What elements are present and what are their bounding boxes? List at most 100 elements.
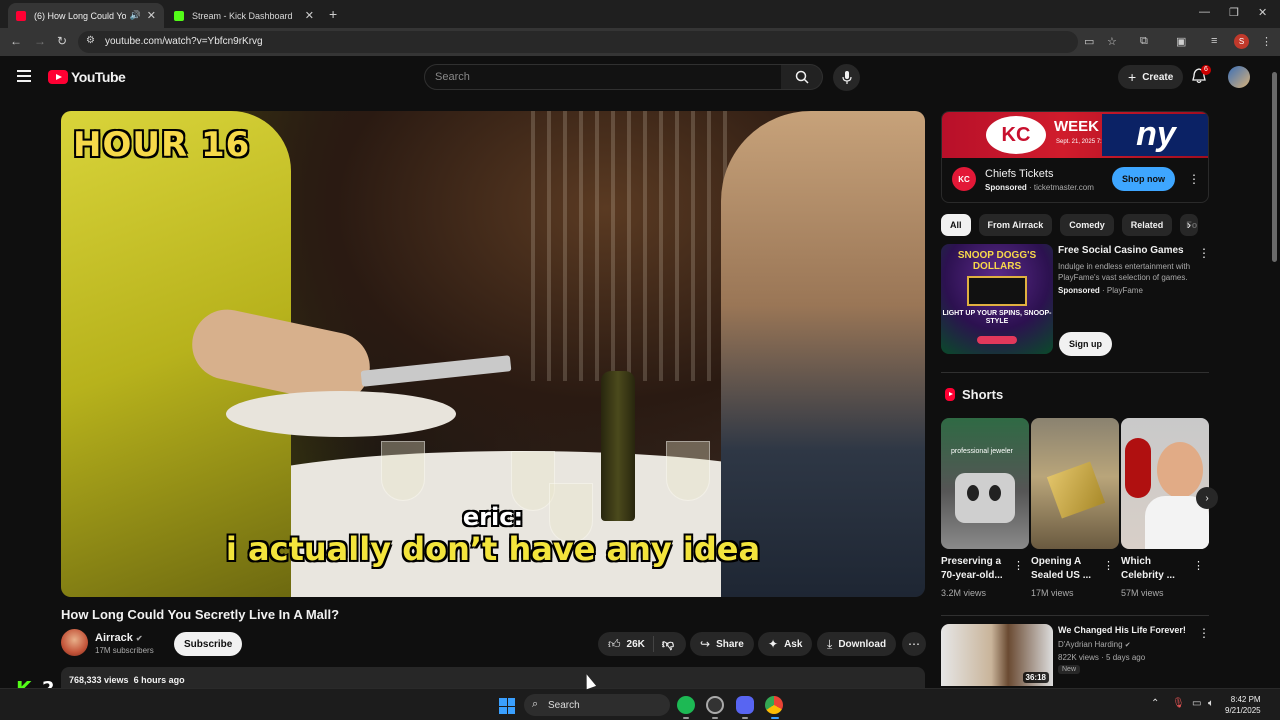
browser-toolbar: ← → ↻ ⚙ youtube.com/watch?v=Ybfcn9rKrvg … bbox=[0, 28, 1280, 56]
ad-banner-image[interactable]: KC WEEK 3 Sept. 21, 2025 7:20 pm CDT ny bbox=[942, 112, 1208, 158]
windows-start-icon[interactable] bbox=[499, 698, 515, 714]
short-menu-icon[interactable]: ⋮ bbox=[1193, 559, 1204, 572]
description-box[interactable]: 768,333 views 6 hours ago bbox=[61, 667, 925, 689]
volume-icon[interactable]: 🔈︎ bbox=[1208, 698, 1214, 709]
short-views: 3.2M views bbox=[941, 588, 987, 598]
obs-icon[interactable] bbox=[706, 696, 724, 714]
search-icon: ⌕ bbox=[532, 698, 539, 710]
ad-menu-icon[interactable]: ⋮ bbox=[1188, 172, 1200, 186]
short-thumbnail[interactable]: professional jeweler bbox=[941, 418, 1029, 549]
restore-icon[interactable]: ❐ bbox=[1229, 6, 1239, 19]
chevron-right-icon[interactable]: › bbox=[1196, 487, 1218, 509]
back-icon[interactable]: ← bbox=[10, 34, 22, 48]
voice-search-button[interactable] bbox=[833, 64, 860, 91]
side-panel-icon[interactable]: ▣ bbox=[1176, 35, 1186, 48]
notifications-button[interactable]: 6 bbox=[1192, 65, 1211, 89]
cast-icon[interactable]: ▭ bbox=[1084, 35, 1094, 48]
chiefs-logo: KC bbox=[986, 116, 1046, 154]
sponsored-ad-card[interactable]: KC WEEK 3 Sept. 21, 2025 7:20 pm CDT ny … bbox=[941, 111, 1209, 203]
video-menu-icon[interactable]: ⋮ bbox=[1198, 626, 1210, 640]
casino-ad-title[interactable]: Free Social Casino Games bbox=[1058, 245, 1184, 256]
chip-comedy[interactable]: Comedy bbox=[1060, 214, 1114, 236]
address-bar[interactable]: ⚙ youtube.com/watch?v=Ybfcn9rKrvg bbox=[78, 31, 1078, 53]
recommended-video-thumbnail[interactable]: 36:18 bbox=[941, 624, 1053, 686]
taskbar-search[interactable]: ⌕ Search bbox=[524, 694, 670, 716]
share-icon: ↪ bbox=[700, 637, 711, 651]
advertiser-logo: KC bbox=[952, 167, 976, 191]
short-menu-icon[interactable]: ⋮ bbox=[1013, 559, 1024, 572]
short-thumbnail[interactable] bbox=[1031, 418, 1119, 549]
media-controls-icon[interactable]: ≡ bbox=[1211, 35, 1217, 47]
youtube-logo[interactable]: YouTube bbox=[48, 69, 126, 85]
casino-ad-thumbnail[interactable]: SNOOP DOGG'S DOLLARS LIGHT UP YOUR SPINS… bbox=[941, 244, 1053, 354]
discord-icon[interactable] bbox=[736, 696, 754, 714]
shop-now-button[interactable]: Shop now bbox=[1112, 167, 1175, 191]
chevron-right-icon[interactable]: › bbox=[1187, 218, 1191, 232]
ask-button[interactable]: ✦ Ask bbox=[758, 632, 813, 656]
short-title[interactable]: Opening A Sealed US ... bbox=[1031, 555, 1103, 583]
ad-title[interactable]: Chiefs Tickets bbox=[985, 168, 1053, 180]
search-input[interactable] bbox=[435, 71, 765, 83]
more-actions-icon[interactable]: ⋯ bbox=[902, 632, 926, 656]
site-info-icon[interactable]: ⚙ bbox=[86, 35, 95, 46]
browser-tabbar: (6) How Long Could You Se 🔊 ✕ Stream - K… bbox=[0, 0, 1280, 28]
chrome-icon[interactable] bbox=[765, 696, 783, 714]
hamburger-menu-icon[interactable] bbox=[17, 70, 31, 85]
close-tab-icon[interactable]: ✕ bbox=[305, 9, 314, 22]
caption-text: i actually don’t have any idea bbox=[225, 530, 761, 568]
like-button[interactable]: 👍︎ 26K bbox=[598, 636, 654, 652]
page-scrollbar[interactable] bbox=[1270, 60, 1278, 688]
sparkle-icon: ✦ bbox=[768, 637, 779, 651]
subscribe-button[interactable]: Subscribe bbox=[174, 632, 243, 656]
browser-profile-avatar[interactable]: S bbox=[1234, 34, 1249, 49]
menu-kebab-icon[interactable]: ⋮ bbox=[1261, 35, 1272, 48]
scrollbar-thumb[interactable] bbox=[1272, 72, 1277, 262]
minimize-icon[interactable]: — bbox=[1199, 6, 1210, 18]
chip-related[interactable]: Related bbox=[1121, 214, 1173, 236]
microphone-icon[interactable]: 🎙︎ bbox=[1172, 698, 1185, 709]
download-button[interactable]: ⤓ Download bbox=[817, 632, 897, 656]
close-tab-icon[interactable]: ✕ bbox=[147, 9, 156, 22]
dislike-button[interactable]: 👎︎ bbox=[654, 637, 682, 652]
youtube-play-icon bbox=[48, 70, 68, 84]
video-player[interactable]: HOUR 16 eric: i actually don’t have any … bbox=[61, 111, 925, 597]
new-tab-icon[interactable]: + bbox=[329, 6, 337, 22]
chip-all[interactable]: All bbox=[941, 214, 971, 236]
new-badge: New bbox=[1058, 665, 1081, 674]
verified-icon: ✔ bbox=[135, 634, 143, 643]
create-button[interactable]: + Create bbox=[1118, 65, 1184, 89]
channel-avatar[interactable] bbox=[61, 629, 88, 656]
thumbs-up-icon: 👍︎ bbox=[608, 636, 621, 651]
filter-chips: All From Airrack Comedy Related Fo bbox=[941, 214, 1206, 236]
short-title[interactable]: Preserving a 70-year-old... bbox=[941, 555, 1013, 583]
search-box bbox=[424, 64, 782, 90]
short-title[interactable]: Which Celebrity ... bbox=[1121, 555, 1193, 583]
extensions-icon[interactable]: ⧉ bbox=[1140, 35, 1148, 48]
knife bbox=[360, 355, 512, 387]
system-clock[interactable]: 8:42 PM 9/21/2025 bbox=[1225, 694, 1261, 716]
wine-bottle bbox=[601, 371, 635, 521]
spotify-icon[interactable] bbox=[677, 696, 695, 714]
tray-chevron-icon[interactable]: ⌃ bbox=[1151, 698, 1159, 709]
tab-youtube[interactable]: (6) How Long Could You Se 🔊 ✕ bbox=[8, 3, 164, 28]
account-avatar[interactable] bbox=[1228, 66, 1250, 88]
channel-name[interactable]: Airrack ✔ bbox=[95, 632, 143, 644]
sign-up-button[interactable]: Sign up bbox=[1059, 332, 1112, 356]
window-close-icon[interactable]: ✕ bbox=[1258, 6, 1267, 19]
short-menu-icon[interactable]: ⋮ bbox=[1103, 559, 1114, 572]
recommended-channel[interactable]: D'Aydrian Harding ✔ bbox=[1058, 640, 1131, 649]
network-icon[interactable]: ▭ bbox=[1192, 698, 1201, 709]
reload-icon[interactable]: ↻ bbox=[57, 34, 67, 48]
bookmark-star-icon[interactable]: ☆ bbox=[1107, 35, 1117, 48]
youtube-favicon-icon bbox=[16, 10, 26, 21]
recommended-video-title[interactable]: We Changed His Life Forever! bbox=[1058, 625, 1186, 635]
forward-icon[interactable]: → bbox=[34, 34, 46, 48]
tab-kick[interactable]: Stream - Kick Dashboard ✕ bbox=[166, 3, 322, 28]
short-thumbnail[interactable] bbox=[1121, 418, 1209, 549]
search-button[interactable] bbox=[781, 64, 823, 90]
ad-menu-icon[interactable]: ⋮ bbox=[1198, 246, 1210, 260]
chip-from-airrack[interactable]: From Airrack bbox=[978, 214, 1053, 236]
speaker-icon[interactable]: 🔊 bbox=[130, 10, 141, 21]
plate bbox=[226, 391, 456, 437]
share-button[interactable]: ↪ Share bbox=[690, 632, 754, 656]
